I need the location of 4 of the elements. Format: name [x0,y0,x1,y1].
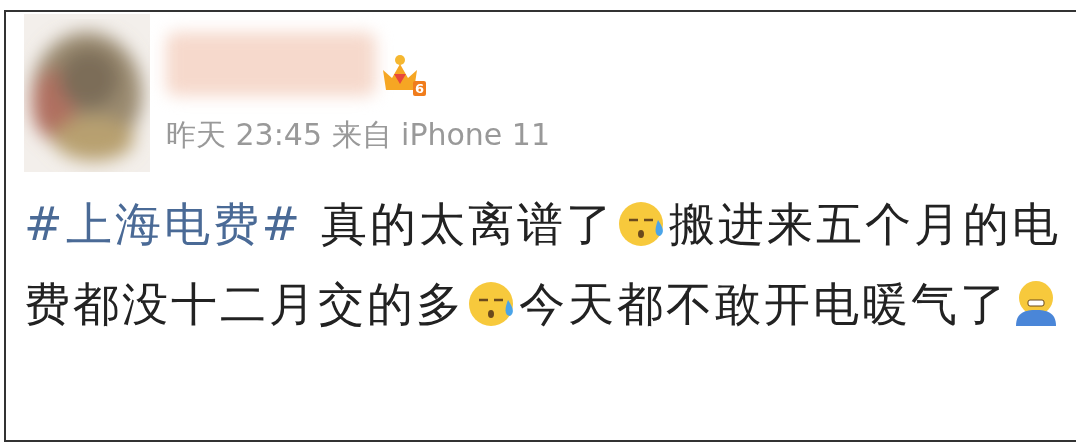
hashtag-link[interactable]: #上海电费# [24,197,304,251]
level-badge: 6 [412,81,426,96]
post-text: #上海电费# 真的太离谱了 搬进来五个月的电费都没十二月交的多 今天都不敢开电暖气了 [24,196,1062,333]
post-meta: 昨天 23:45 来自 iPhone 11 [166,116,551,154]
